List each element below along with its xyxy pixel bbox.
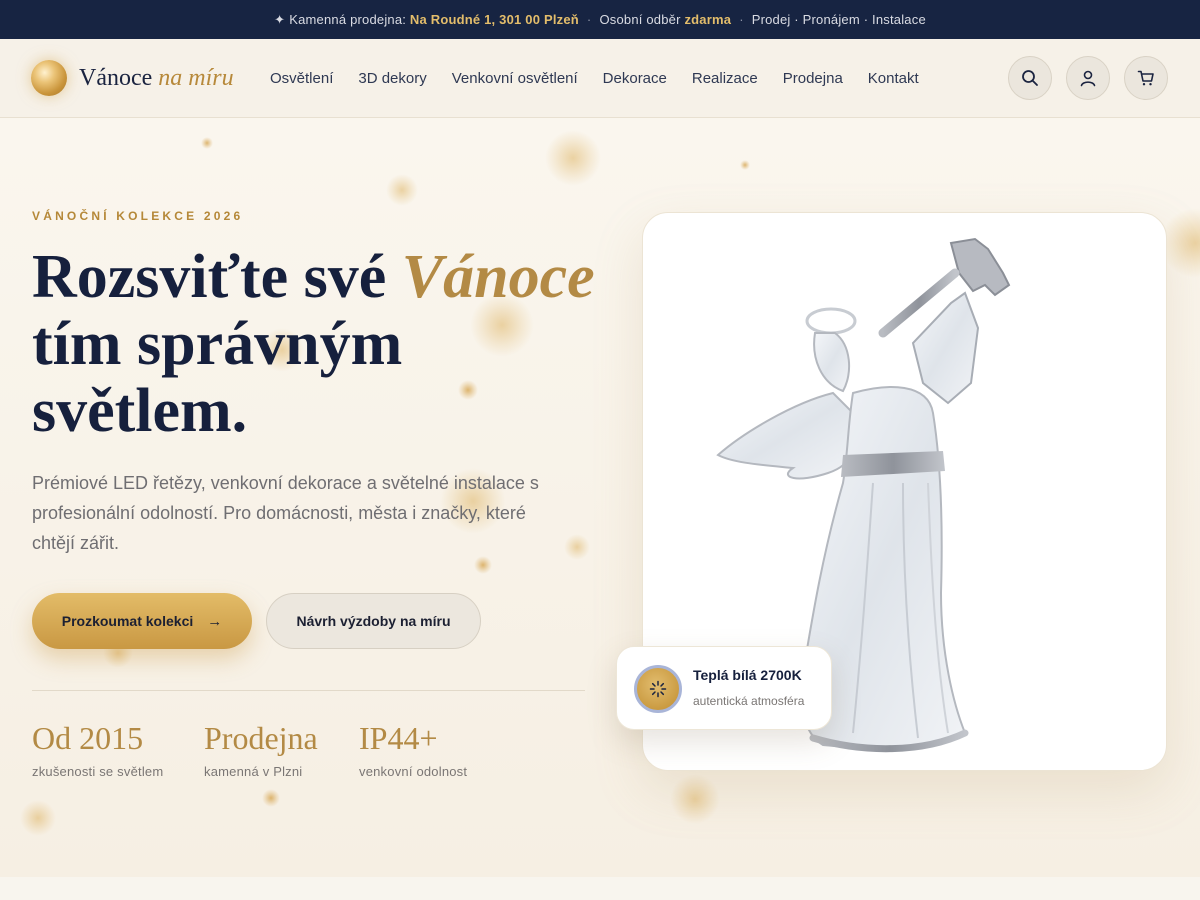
user-icon <box>1080 70 1096 87</box>
nav-item-dekorace[interactable]: Dekorace <box>603 70 667 87</box>
pickup-value: zdarma <box>684 12 732 27</box>
account-button[interactable] <box>1066 56 1110 100</box>
stat-value: IP44+ <box>359 720 438 756</box>
collection-eyebrow: VÁNOČNÍ KOLEKCE 2026 <box>32 209 244 223</box>
nav-item-realizace[interactable]: Realizace <box>692 70 758 87</box>
stat-item: Od 2015 zkušenosti se světlem <box>32 718 163 779</box>
bokeh-light <box>670 774 720 824</box>
stats-divider <box>32 690 585 691</box>
arrow-right-icon: → <box>207 612 223 630</box>
logo-link[interactable]: Vánoce na míru <box>31 60 234 96</box>
nav-item-kontakt[interactable]: Kontakt <box>868 70 919 87</box>
bokeh-light <box>201 137 213 149</box>
stat-item: Prodejna kamenná v Plzni <box>204 718 318 779</box>
main-nav: Osvětlení 3D dekory Venkovní osvětlení D… <box>270 39 944 117</box>
cart-icon <box>1137 70 1154 86</box>
search-icon <box>1022 70 1038 86</box>
store-address: Na Roudné 1, 301 00 Plzeň <box>409 12 579 27</box>
stat-value: Prodejna <box>204 720 318 756</box>
pickup-label: Osobní odběr <box>599 12 681 27</box>
headline-accent: Vánoce <box>401 243 595 311</box>
hero-section: VÁNOČNÍ KOLEKCE 2026 Rozsviťte své Vánoc… <box>0 118 1200 877</box>
custom-design-label: Návrh výzdoby na míru <box>296 613 451 629</box>
custom-design-button[interactable]: Návrh výzdoby na míru <box>266 593 481 649</box>
stat-label: zkušenosti se světlem <box>32 764 164 779</box>
badge-subtitle: autentická atmosféra <box>693 694 805 708</box>
store-label: Kamenná prodejna: <box>289 12 407 27</box>
bokeh-light <box>20 800 56 836</box>
light-burst-icon <box>634 665 682 713</box>
headline-part2: tím správným <box>32 310 403 378</box>
headline-part1: Rozsviťte své <box>32 243 387 311</box>
bokeh-light <box>474 556 492 574</box>
stat-label: kamenná v Plzni <box>204 764 303 779</box>
site-header: Vánoce na míru Osvětlení 3D dekory Venko… <box>0 39 1200 118</box>
nav-item-prodejna[interactable]: Prodejna <box>783 70 843 87</box>
logo-text: Vánoce na míru <box>79 65 234 92</box>
color-temperature-badge: Teplá bílá 2700K autentická atmosféra <box>616 646 832 730</box>
logo-orb-icon <box>31 60 67 96</box>
stat-label: venkovní odolnost <box>359 764 468 779</box>
bokeh-light <box>545 130 601 186</box>
cart-button[interactable] <box>1124 56 1168 100</box>
bokeh-light <box>386 174 418 206</box>
logo-main: Vánoce <box>79 64 153 91</box>
bokeh-light <box>740 160 750 170</box>
nav-item-3d-dekory[interactable]: 3D dekory <box>358 70 426 87</box>
stat-value: Od 2015 <box>32 720 144 756</box>
explore-collection-label: Prozkoumat kolekci <box>61 613 194 629</box>
logo-accent: na míru <box>158 64 234 91</box>
services-text: Prodej · Pronájem · Instalace <box>751 12 926 27</box>
badge-title: Teplá bílá 2700K <box>693 667 802 683</box>
nav-item-venkovni-osvetleni[interactable]: Venkovní osvětlení <box>452 70 578 87</box>
bokeh-light <box>262 789 280 807</box>
announcement-bar: ✦ Kamenná prodejna: Na Roudné 1, 301 00 … <box>0 0 1200 39</box>
star-icon: ✦ <box>274 11 286 27</box>
headline-part3: světlem. <box>32 377 248 445</box>
nav-item-osvetleni[interactable]: Osvětlení <box>270 70 333 87</box>
hero-headline: Rozsviťte své Vánoce tím správným světle… <box>32 244 612 445</box>
explore-collection-button[interactable]: Prozkoumat kolekci → <box>32 593 252 649</box>
separator: · <box>739 12 744 27</box>
search-button[interactable] <box>1008 56 1052 100</box>
separator: · <box>586 12 592 27</box>
next-section-edge <box>0 877 1200 900</box>
stat-item: IP44+ venkovní odolnost <box>359 718 467 779</box>
hero-lede: Prémiové LED řetězy, venkovní dekorace a… <box>32 473 539 553</box>
